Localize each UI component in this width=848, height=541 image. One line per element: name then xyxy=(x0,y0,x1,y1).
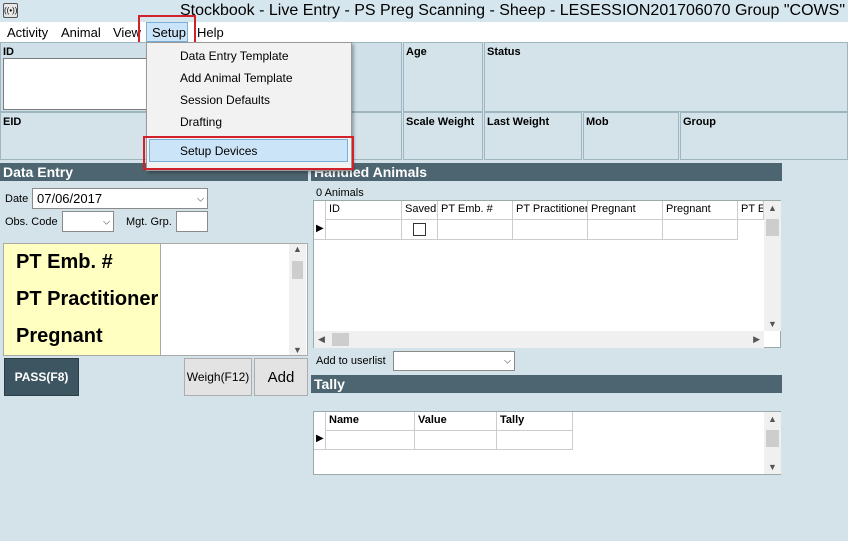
chevron-up-icon[interactable]: ▲ xyxy=(293,244,302,254)
date-picker[interactable]: 07/06/2017 ⌵ xyxy=(32,188,208,209)
cell-pt-emb[interactable] xyxy=(438,220,513,240)
cell-saved[interactable] xyxy=(402,220,438,240)
last-weight-label: Last Weight xyxy=(487,116,550,128)
menu-item-session-defaults[interactable]: Session Defaults xyxy=(180,93,270,107)
setup-devices-highlight-box xyxy=(143,136,354,170)
menu-item-data-entry-template[interactable]: Data Entry Template xyxy=(180,49,289,63)
de-input-pt-emb[interactable] xyxy=(161,244,284,281)
scroll-thumb[interactable] xyxy=(766,219,779,236)
col-name[interactable]: Name xyxy=(326,412,415,431)
de-label-pt-emb: PT Emb. # xyxy=(4,244,161,281)
menu-animal[interactable]: Animal xyxy=(61,25,101,40)
row-selector xyxy=(314,201,326,240)
row-pointer-icon: ▶ xyxy=(316,433,324,444)
saved-checkbox[interactable] xyxy=(413,223,426,236)
chevron-right-icon[interactable]: ▶ xyxy=(753,334,760,345)
col-pt-emb[interactable]: PT Emb. # xyxy=(438,201,513,220)
chevron-down-icon[interactable]: ▼ xyxy=(293,345,302,355)
cell-value[interactable] xyxy=(415,431,497,450)
handled-vscroll[interactable]: ▲ ▼ xyxy=(764,201,781,331)
date-value: 07/06/2017 xyxy=(37,191,103,206)
menu-item-add-animal-template[interactable]: Add Animal Template xyxy=(180,71,293,85)
chevron-up-icon[interactable]: ▲ xyxy=(768,414,777,424)
status-label: Status xyxy=(487,46,521,58)
mgt-grp-label: Mgt. Grp. xyxy=(126,216,172,228)
chevron-down-icon: ⌵ xyxy=(197,193,204,203)
col-value[interactable]: Value xyxy=(415,412,497,431)
add-button[interactable]: Add xyxy=(254,358,308,396)
cell-pregnant-2[interactable] xyxy=(663,220,738,240)
handled-animals-title: Handled Animals xyxy=(311,163,782,181)
group-label: Group xyxy=(683,116,716,128)
age-field: Age xyxy=(403,42,483,112)
chevron-down-icon: ⌵ xyxy=(103,216,110,226)
id-label: ID xyxy=(3,46,14,58)
scroll-thumb[interactable] xyxy=(766,430,779,447)
de-row-pregnant: Pregnant xyxy=(4,318,284,356)
menu-view[interactable]: View xyxy=(113,25,141,40)
id-input[interactable] xyxy=(3,58,151,110)
eid-label: EID xyxy=(3,116,22,128)
chevron-down-icon[interactable]: ▼ xyxy=(768,319,777,329)
row-pointer-icon: ▶ xyxy=(316,223,324,234)
chevron-down-icon[interactable]: ▼ xyxy=(768,462,777,472)
de-row-pt-practitioner: PT Practitioner xyxy=(4,281,284,319)
chevron-down-icon: ⌵ xyxy=(504,355,511,366)
cell-name[interactable] xyxy=(326,431,415,450)
chevron-left-icon[interactable]: ◀ xyxy=(318,334,325,345)
de-label-pt-practitioner: PT Practitioner xyxy=(4,281,161,318)
animal-count: 0 Animals xyxy=(316,187,364,199)
de-input-pt-practitioner[interactable] xyxy=(161,281,284,318)
status-field: Status xyxy=(484,42,848,112)
col-pt-practitioner[interactable]: PT Practitioner xyxy=(513,201,588,220)
col-tally[interactable]: Tally xyxy=(497,412,573,431)
row-selector xyxy=(314,412,326,450)
date-label: Date xyxy=(5,193,29,205)
age-label: Age xyxy=(406,46,427,58)
cell-tally[interactable] xyxy=(497,431,573,450)
handled-hscroll[interactable]: ◀ ▶ xyxy=(314,331,764,348)
tally-title: Tally xyxy=(311,375,782,393)
add-to-userlist-label: Add to userlist xyxy=(316,355,386,367)
group-field: Group xyxy=(680,112,848,160)
scale-weight-field: Scale Weight xyxy=(403,112,483,160)
pass-button[interactable]: PASS(F8) xyxy=(4,358,79,396)
menu-activity[interactable]: Activity xyxy=(7,25,48,40)
col-id[interactable]: ID xyxy=(326,201,402,220)
de-input-pregnant[interactable] xyxy=(161,318,284,355)
col-pregnant-2[interactable]: Pregnant xyxy=(663,201,738,220)
mgt-grp-input[interactable] xyxy=(176,211,208,232)
col-pt-er[interactable]: PT Er xyxy=(738,201,764,220)
data-entry-scrollbar[interactable]: ▲ ▼ xyxy=(289,244,306,355)
col-pregnant-1[interactable]: Pregnant xyxy=(588,201,663,220)
userlist-select[interactable]: ⌵ xyxy=(393,351,515,371)
de-label-pregnant: Pregnant xyxy=(4,318,161,355)
scroll-thumb[interactable] xyxy=(292,261,303,279)
mob-field: Mob xyxy=(583,112,679,160)
col-saved[interactable]: Saved xyxy=(402,201,438,220)
obs-code-label: Obs. Code xyxy=(5,216,58,228)
cell-pregnant-1[interactable] xyxy=(588,220,663,240)
chevron-up-icon[interactable]: ▲ xyxy=(768,203,777,213)
scroll-thumb[interactable] xyxy=(332,333,349,346)
last-weight-field: Last Weight xyxy=(484,112,582,160)
de-row-pt-emb: PT Emb. # xyxy=(4,244,284,282)
mob-label: Mob xyxy=(586,116,609,128)
menu-item-drafting[interactable]: Drafting xyxy=(180,115,222,129)
obs-code-select[interactable]: ⌵ xyxy=(62,211,114,232)
menu-help[interactable]: Help xyxy=(197,25,224,40)
scale-weight-label: Scale Weight xyxy=(406,116,475,128)
tally-vscroll[interactable]: ▲ ▼ xyxy=(764,412,781,474)
cell-id[interactable] xyxy=(326,220,402,240)
cell-pt-practitioner[interactable] xyxy=(513,220,588,240)
window-title: Stockbook - Live Entry - PS Preg Scannin… xyxy=(179,2,845,19)
weigh-button[interactable]: Weigh(F12) xyxy=(184,358,252,396)
